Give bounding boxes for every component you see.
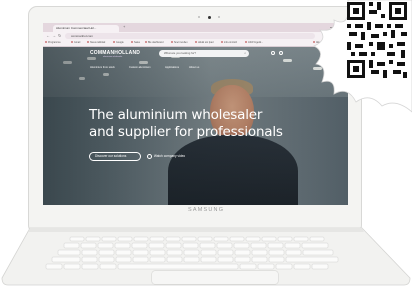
laptop: Aluminium Commerciaal Hol... × + ← → ↻ c… — [0, 0, 412, 287]
qr-code[interactable] — [343, 0, 411, 84]
trackpad — [152, 271, 278, 284]
